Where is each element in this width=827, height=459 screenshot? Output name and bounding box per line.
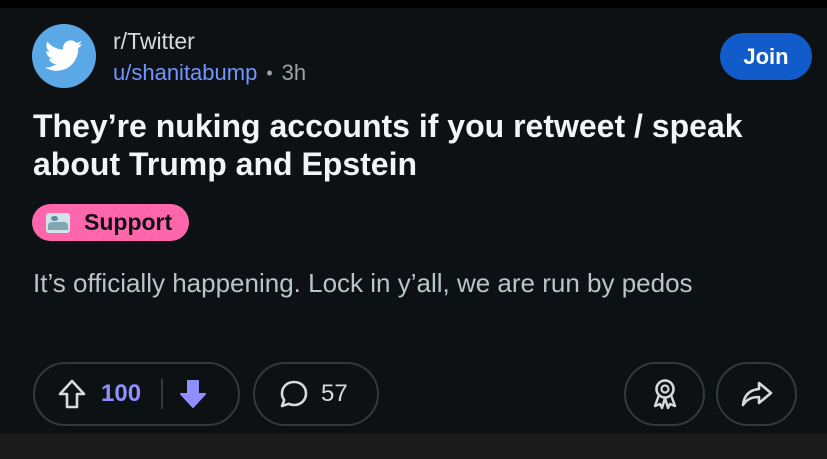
- downvote-button[interactable]: [178, 378, 208, 410]
- upvote-button[interactable]: [57, 378, 87, 410]
- twitter-bird-icon: [45, 40, 83, 71]
- vote-divider: [161, 379, 164, 409]
- subreddit-avatar[interactable]: [32, 24, 96, 88]
- post-meta: u/shanitabump • 3h: [113, 60, 306, 86]
- arrow-down-filled-icon: [180, 380, 207, 408]
- join-button[interactable]: Join: [720, 33, 812, 80]
- award-icon: [653, 379, 676, 410]
- landscape-emoji-icon: [46, 212, 70, 233]
- author-link[interactable]: u/shanitabump: [113, 60, 257, 86]
- bottom-divider: [0, 434, 827, 459]
- post-body[interactable]: It’s officially happening. Lock in y’all…: [33, 265, 793, 302]
- arrow-up-icon: [58, 379, 86, 409]
- comments-button[interactable]: 57: [253, 362, 379, 426]
- meta-separator: •: [266, 62, 273, 83]
- post-age: 3h: [281, 60, 307, 85]
- comment-count: 57: [321, 380, 348, 407]
- flair-label: Support: [84, 209, 173, 235]
- post-title[interactable]: They’re nuking accounts if you retweet /…: [33, 107, 803, 183]
- speech-bubble-icon: [277, 377, 311, 411]
- top-border: [0, 0, 827, 8]
- vote-bar: 100: [33, 362, 240, 426]
- share-button[interactable]: [716, 362, 797, 426]
- post-flair[interactable]: Support: [32, 204, 190, 241]
- subreddit-name[interactable]: r/Twitter: [113, 28, 195, 55]
- award-button[interactable]: [624, 362, 705, 426]
- share-icon: [741, 381, 772, 407]
- vote-count: 100: [101, 380, 142, 407]
